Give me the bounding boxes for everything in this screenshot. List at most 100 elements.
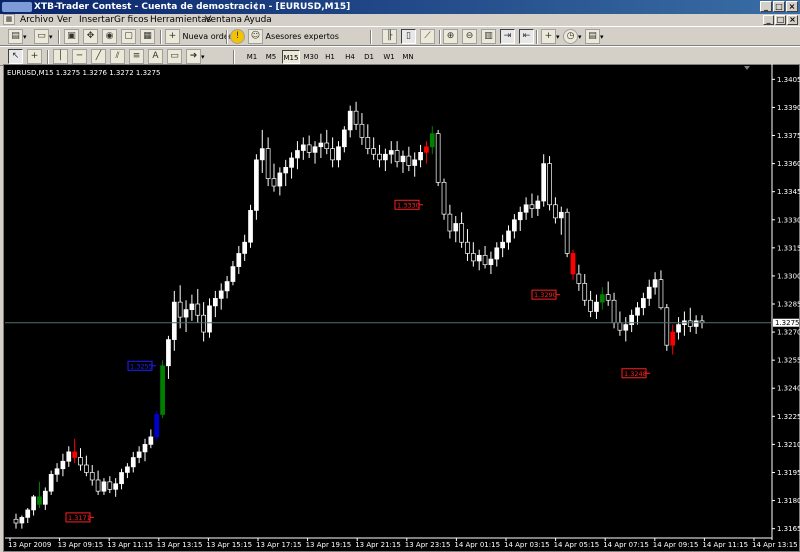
candle-body [271,178,277,187]
candle-body [412,159,418,166]
price-tick-label: 1.3210 [777,441,800,449]
candle-body [19,517,25,524]
candle-body [183,309,189,318]
price-tick-label: 1.3255 [777,357,800,365]
candle-body [166,339,171,367]
candle-body [459,223,464,243]
price-label: 1.3171 [68,514,91,522]
current-price-label: 1.3275 [775,319,800,327]
candle-body [664,307,670,346]
candle-body [242,241,248,254]
candle-body [394,150,400,163]
price-tick-label: 1.3390 [777,104,800,112]
candle-body [160,365,165,415]
candle-body [658,279,664,309]
candle-body [582,283,588,301]
candle-body [676,324,681,333]
candle-body [66,451,72,462]
candle-body [465,241,470,254]
time-tick-label: 13 Apr 17:15 [256,541,302,549]
candle-body [154,414,160,438]
candle-body [470,253,476,262]
price-label: 1.3248 [624,370,647,378]
candle-body [148,436,154,445]
candle-body [37,496,42,505]
candle-body [635,307,640,316]
price-tick-label: 1.3330 [777,216,800,224]
candle-body [418,152,423,161]
candlestick-chart[interactable]: 1.3405 1.3390 1.3375 1.3360 1.3345 1.3330 1.33… [0,0,800,552]
candle-body [213,298,218,307]
time-tick-label: 13 Apr 19:15 [306,541,352,549]
candle-body [494,247,500,260]
candle-body [388,150,394,155]
candle-body [218,290,224,299]
candle-body [189,303,195,310]
price-label: 1.3330 [397,201,420,209]
candle-body [482,254,488,266]
candle-body [641,298,646,309]
candle-body [31,496,36,511]
candle-body [529,204,535,209]
price-tick-label: 1.3360 [777,160,800,168]
candle-body [687,320,693,327]
price-tick-label: 1.3165 [777,525,800,533]
price-tick-label: 1.3195 [777,469,800,477]
candle-body [576,273,582,284]
candle-body [195,303,201,316]
time-tick-label: 13 Apr 11:15 [107,541,153,549]
candle-body [599,294,605,303]
candle-body [101,481,107,492]
price-tick-label: 1.3375 [777,132,800,140]
price-tick-label: 1.3405 [777,76,800,84]
candle-body [488,258,494,266]
price-tick-label: 1.3240 [777,385,800,393]
candle-body [289,157,294,168]
candle-body [570,253,576,275]
candle-body [447,213,453,232]
time-tick-label: 14 Apr 05:15 [554,541,600,549]
candle-body [377,153,382,161]
candle-body [48,474,54,492]
candle-body [78,457,83,466]
candle-body [693,320,699,327]
candle-body [312,146,318,153]
candle-body [429,133,435,148]
candle-body [248,210,253,243]
candle-body [72,451,77,458]
candle-body [670,331,676,346]
candle-body [646,286,652,299]
candle-body [341,129,347,148]
candle-body [517,211,523,221]
candle-body [553,204,558,219]
candle-body [236,253,242,267]
candle-body [406,155,412,166]
candle-body [283,166,289,174]
candle-body [435,133,441,183]
candle-body [453,223,459,232]
time-tick-label: 13 Apr 15:15 [206,541,252,549]
candle-body [359,123,365,138]
candle-body [224,281,230,292]
candle-body [336,146,341,161]
time-tick-label: 14 Apr 01:15 [454,541,500,549]
time-tick-label: 14 Apr 13:15 [752,541,798,549]
candle-body [324,142,330,149]
chart-header: EURUSD,M15 1.3275 1.3276 1.3272 1.3275 [7,69,161,77]
candle-body [130,457,136,468]
candle-body [136,451,142,458]
chart-shift-marker [744,66,750,70]
candle-body [295,150,300,159]
candle-body [265,148,271,179]
candle-body [476,254,482,262]
candle-body [617,322,623,331]
time-tick-label: 13 Apr 23:15 [405,541,451,549]
candle-body [13,518,19,524]
candle-body [588,299,593,312]
candle-body [171,301,177,340]
time-tick-label: 14 Apr 09:15 [653,541,699,549]
candle-body [84,464,89,473]
candle-body [306,144,312,153]
time-tick-label: 14 Apr 11:15 [702,541,748,549]
price-tick-label: 1.3285 [777,301,800,309]
